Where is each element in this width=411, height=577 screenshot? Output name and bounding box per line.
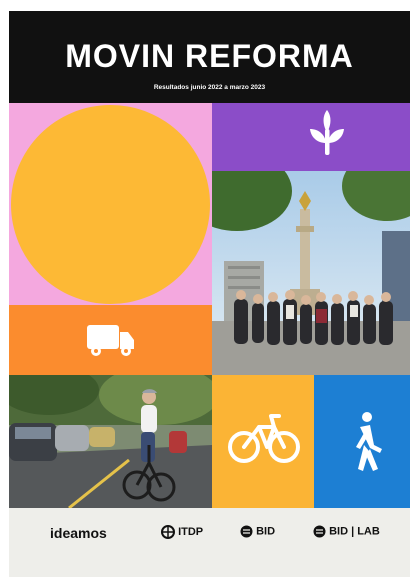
logo-bid: BID [240, 525, 275, 538]
pink-block [9, 103, 212, 305]
bicycle-icon [228, 414, 300, 463]
partner-logos: ideamos ITDP BID BID | LAB [9, 508, 410, 558]
yellow-block [212, 375, 314, 508]
cyclist-photo-illustration [9, 375, 212, 508]
sprout-icon [310, 110, 344, 155]
cover-title: MOVIN REFORMA [65, 38, 354, 74]
logo-bid-text: BID [256, 525, 276, 538]
purple-block [212, 103, 410, 171]
delivery-truck-icon [87, 325, 134, 356]
cyclist-photo [9, 375, 212, 508]
group-photo [212, 171, 410, 375]
blue-block [314, 375, 410, 508]
cover-header: MOVIN REFORMA Resultados junio 2022 a ma… [9, 11, 410, 103]
pedestrian-walking-icon [356, 412, 382, 471]
logo-ideamos: ideamos [50, 525, 107, 541]
group-photo-illustration [212, 171, 410, 375]
logo-itdp-text: ITDP [178, 525, 204, 538]
logo-bid-lab-text: BID | LAB [329, 525, 380, 538]
logo-bid-lab: BID | LAB [313, 525, 380, 538]
report-cover: MOVIN REFORMA Resultados junio 2022 a ma… [9, 11, 410, 577]
logo-itdp: ITDP [161, 525, 203, 539]
itdp-mark-icon [161, 525, 175, 539]
orange-block [9, 305, 212, 375]
bid-mark-icon [240, 525, 253, 538]
bid-lab-mark-icon [313, 525, 326, 538]
cover-subtitle: Resultados junio 2022 a marzo 2023 [153, 84, 266, 91]
logo-ideamos-text: ideamos [50, 525, 107, 541]
yellow-circle [11, 105, 210, 304]
